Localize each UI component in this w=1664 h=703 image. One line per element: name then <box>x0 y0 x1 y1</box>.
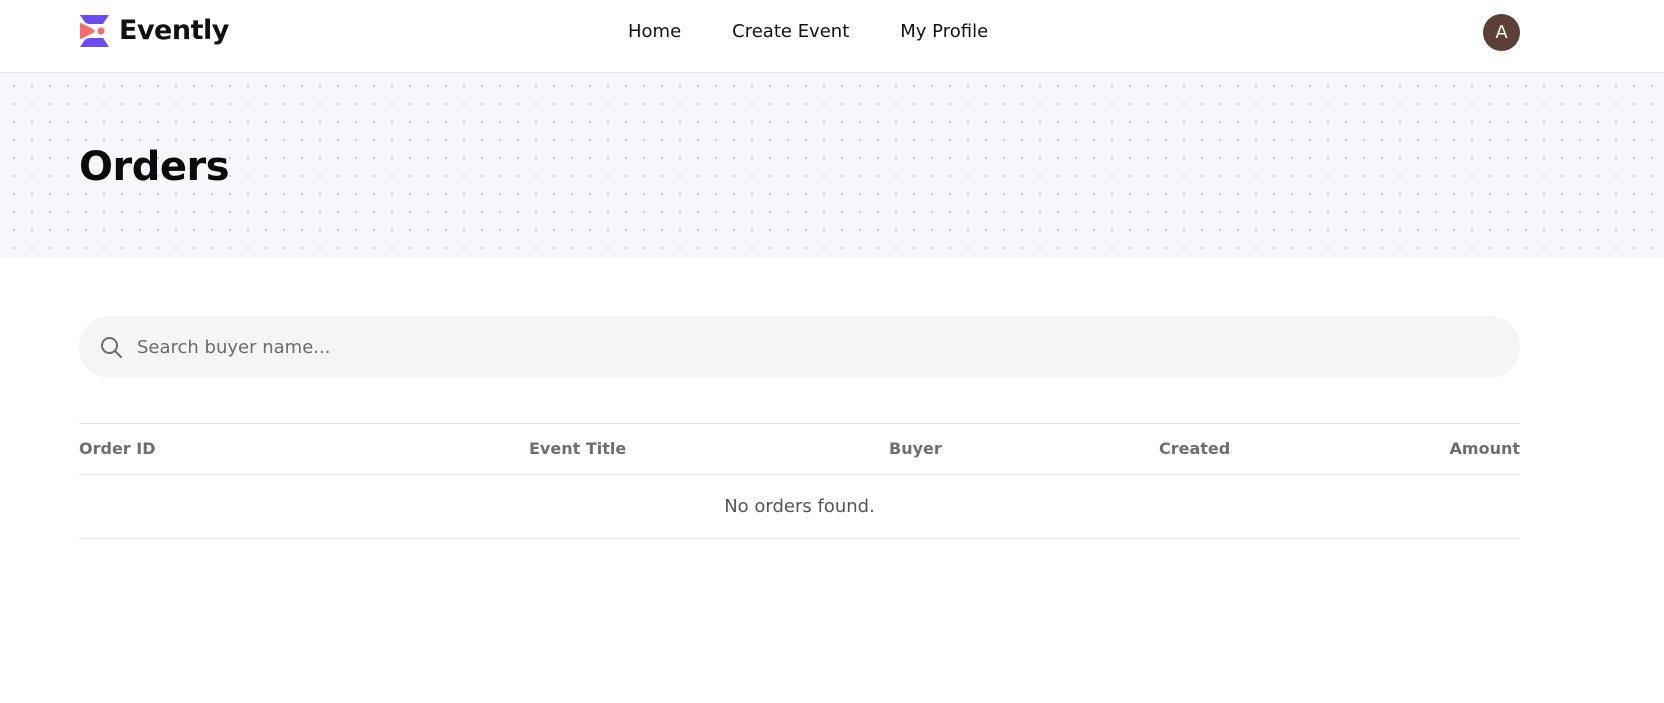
search-bar[interactable] <box>79 316 1520 378</box>
nav-link-home[interactable]: Home <box>628 19 681 45</box>
page-title: Orders <box>79 144 230 190</box>
brand-logo[interactable]: Evently <box>79 14 229 48</box>
user-avatar[interactable]: A <box>1483 14 1520 51</box>
main-nav: Home Create Event My Profile <box>628 19 988 45</box>
column-header-buyer: Buyer <box>889 439 942 458</box>
orders-table: Order ID Event Title Buyer Created Amoun… <box>79 423 1520 539</box>
search-icon <box>101 337 122 358</box>
nav-link-create-event[interactable]: Create Event <box>732 19 849 45</box>
brand-name: Evently <box>119 15 229 46</box>
evently-logo-icon <box>80 15 109 47</box>
table-empty-row: No orders found. <box>79 475 1520 539</box>
page-header-band: Orders <box>0 73 1664 258</box>
nav-link-my-profile[interactable]: My Profile <box>900 19 988 45</box>
column-header-order-id: Order ID <box>79 439 156 458</box>
top-navbar: Evently Home Create Event My Profile A <box>0 0 1664 73</box>
column-header-event-title: Event Title <box>529 439 627 458</box>
search-input[interactable] <box>137 336 1497 358</box>
empty-state-message: No orders found. <box>724 496 875 517</box>
column-header-amount: Amount <box>1449 439 1520 458</box>
column-header-created: Created <box>1159 439 1231 458</box>
table-header-row: Order ID Event Title Buyer Created Amoun… <box>79 423 1520 475</box>
